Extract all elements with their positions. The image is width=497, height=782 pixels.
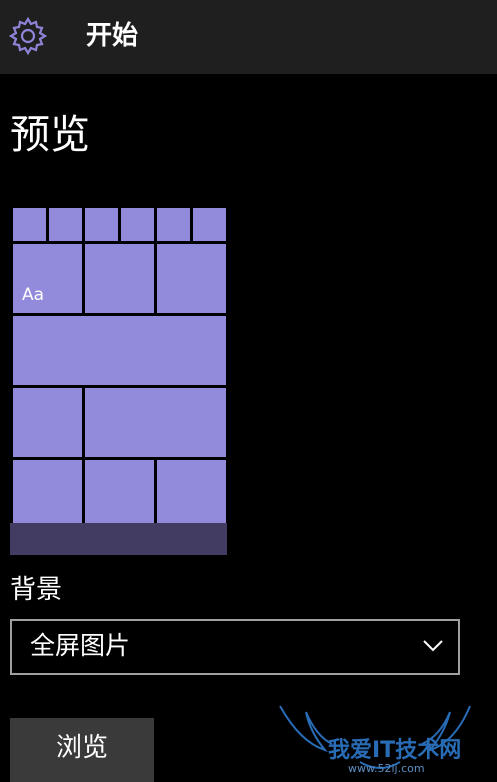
preview-tile-wide <box>13 316 226 385</box>
preview-tile <box>49 208 82 241</box>
background-label: 背景 <box>10 575 63 605</box>
watermark-text: 我爱IT技术网 <box>328 738 462 763</box>
preview-tile <box>85 244 154 313</box>
preview-heading: 预览 <box>10 112 90 158</box>
chevron-down-icon <box>423 640 443 652</box>
preview-tile <box>193 208 226 241</box>
preview-tile <box>157 208 190 241</box>
preview-tile-wide <box>85 388 226 457</box>
sample-tile-text: Aa <box>22 285 45 305</box>
background-dropdown-value: 全屏图片 <box>30 631 131 660</box>
preview-taskbar <box>10 523 227 555</box>
preview-tile <box>157 460 226 523</box>
preview-tile <box>13 208 46 241</box>
watermark-url: www.52ij.com <box>348 762 425 775</box>
watermark: 我爱IT技术网 www.52ij.com <box>270 702 497 782</box>
preview-tile <box>13 460 82 523</box>
preview-tile-sample: Aa <box>13 244 82 313</box>
gear-icon[interactable] <box>8 16 48 56</box>
browse-button-label: 浏览 <box>55 733 108 763</box>
preview-tile <box>85 208 118 241</box>
browse-button[interactable]: 浏览 <box>10 718 154 782</box>
background-dropdown[interactable]: 全屏图片 <box>10 619 460 675</box>
title-bar: 开始 <box>0 0 497 74</box>
preview-tile <box>13 388 82 457</box>
preview-tile <box>85 460 154 523</box>
start-preview: Aa <box>10 205 227 555</box>
preview-tile <box>121 208 154 241</box>
app-title: 开始 <box>86 21 139 51</box>
preview-tile <box>157 244 226 313</box>
